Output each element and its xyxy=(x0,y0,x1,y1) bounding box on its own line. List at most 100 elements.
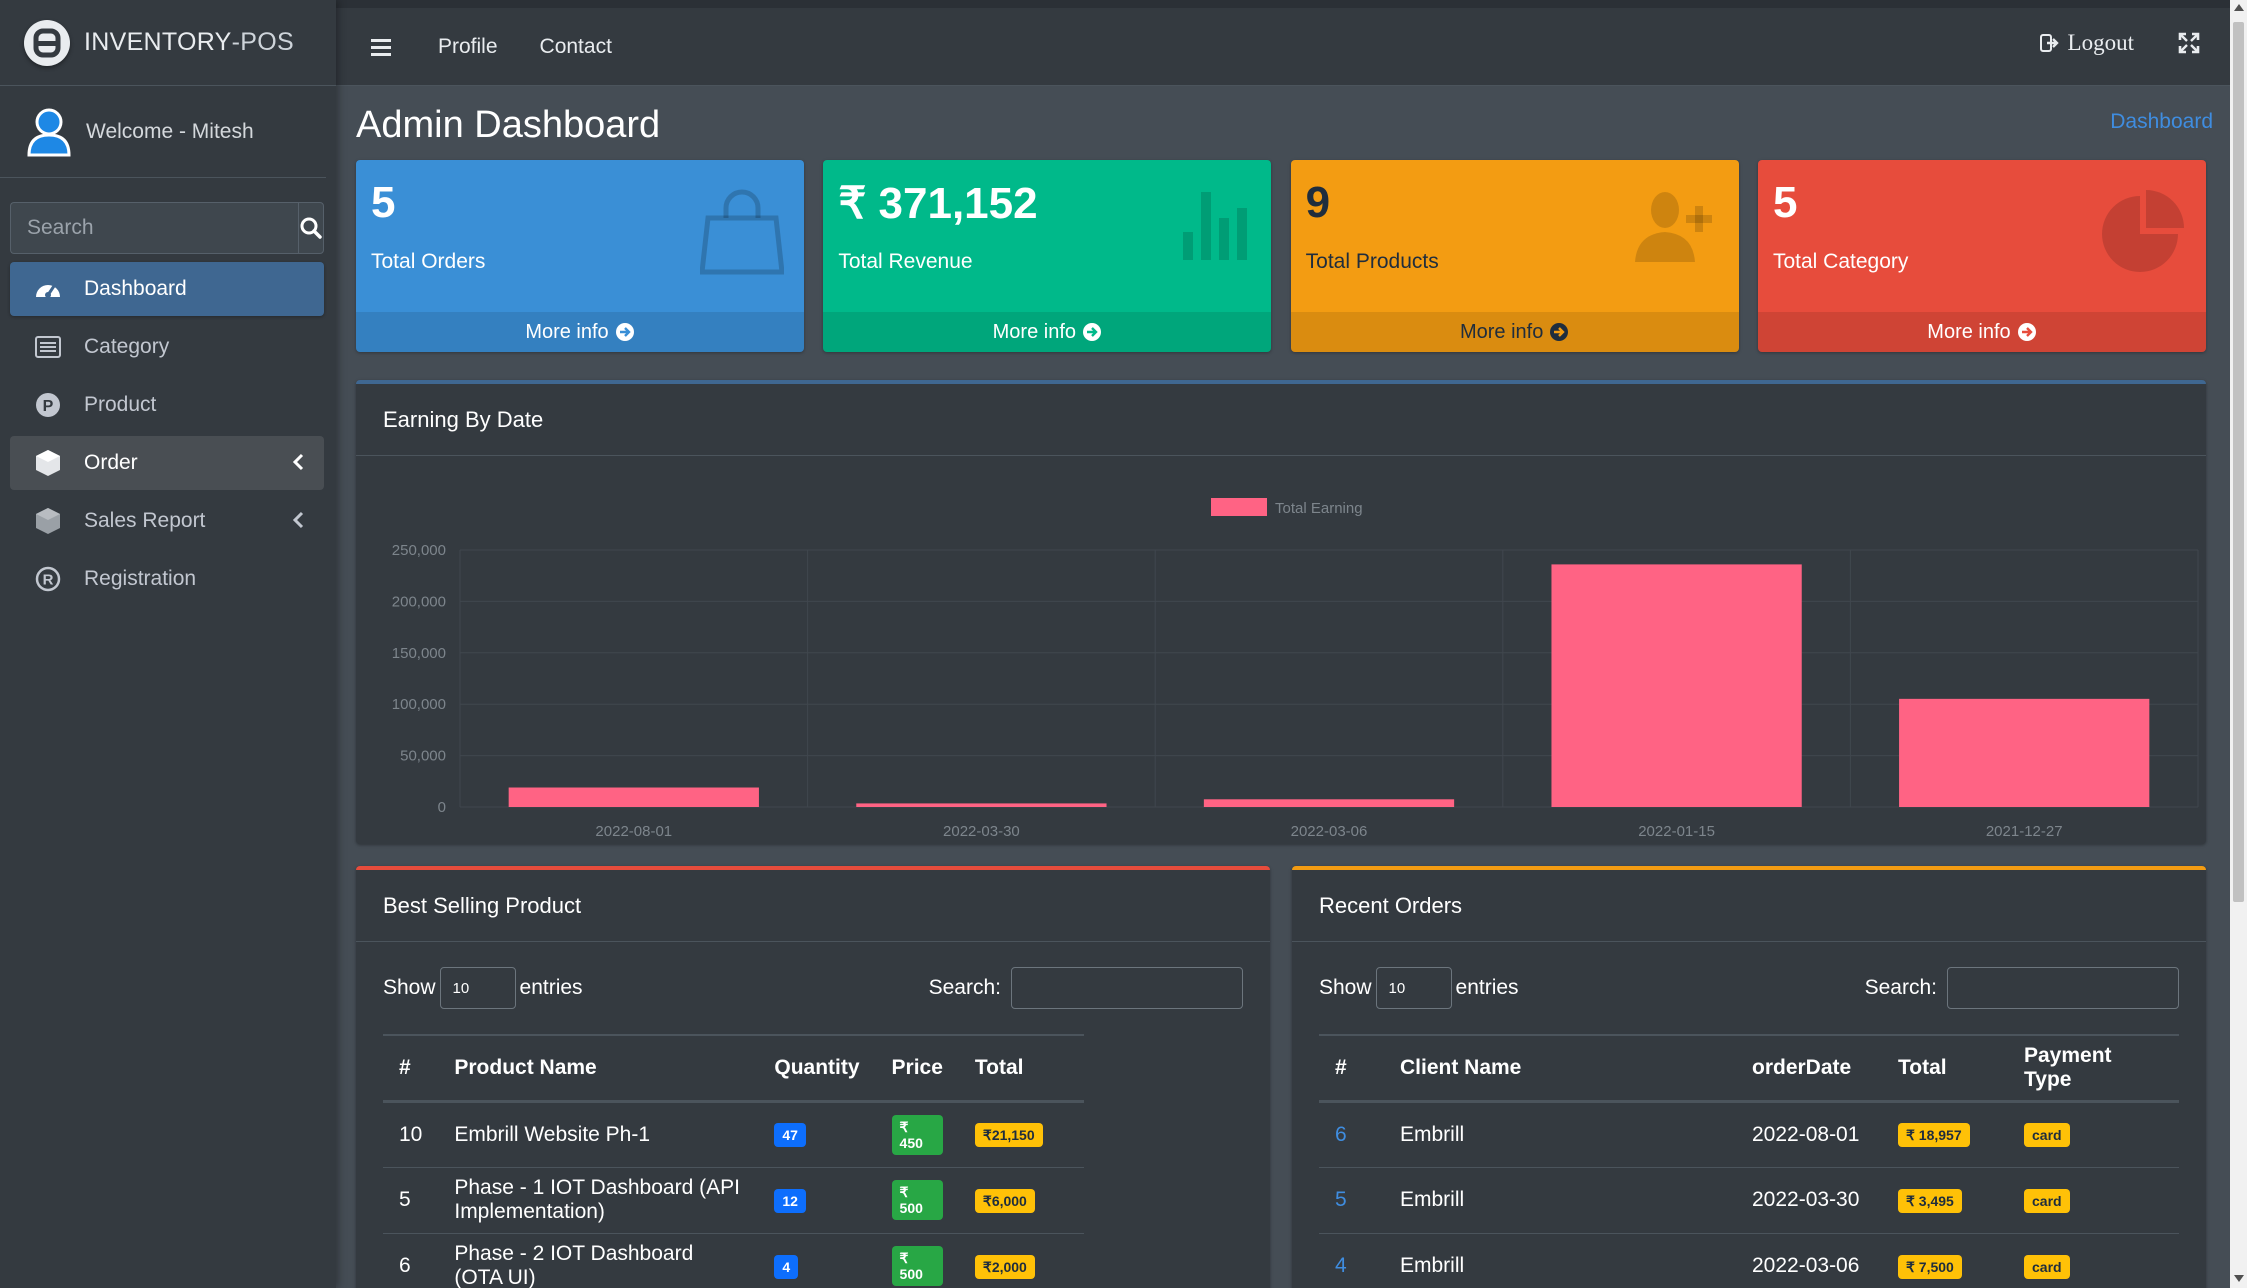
cell-order-date: 2022-08-01 xyxy=(1736,1101,1882,1168)
cell-payment-type: card xyxy=(2008,1167,2179,1234)
column-header[interactable]: Quantity xyxy=(758,1034,876,1103)
scroll-down-arrow-icon[interactable] xyxy=(2234,1275,2244,1282)
small-box-total-products: 9 Total Products More info xyxy=(1290,160,1739,352)
entries-select[interactable]: 10 xyxy=(439,967,516,1009)
table-row: 6 Embrill 2022-08-01 ₹ 18,957 card xyxy=(1319,1101,2179,1168)
cell-total: ₹ 3,495 xyxy=(1882,1167,2008,1234)
cell-total: ₹2,000 xyxy=(958,1233,1084,1288)
more-info-link[interactable]: More info xyxy=(1757,312,2206,352)
sidebar-nav: Dashboard Category P Product Order Sales… xyxy=(10,262,324,606)
more-info-link[interactable]: More info xyxy=(1290,312,1739,352)
column-header[interactable]: Client Name xyxy=(1384,1034,1736,1103)
sidebar-search-button[interactable] xyxy=(298,202,324,254)
stat-value: 5 xyxy=(1772,178,1798,227)
x-tick-label: 2022-03-06 xyxy=(1291,823,1368,840)
cell-price: ₹ 500 xyxy=(875,1233,959,1288)
payment-badge: card xyxy=(2024,1188,2070,1213)
svg-text:P: P xyxy=(43,398,54,415)
cell-price: ₹ 500 xyxy=(875,1167,959,1234)
sidebar-item-order[interactable]: Order xyxy=(10,436,324,490)
payment-badge: card xyxy=(2024,1123,2070,1147)
column-header[interactable]: Product Name xyxy=(438,1034,759,1103)
chevron-left-icon xyxy=(292,511,304,529)
tachometer-icon xyxy=(34,275,62,303)
stat-boxes: 5 Total Orders More info ₹ 371,152 Total… xyxy=(356,160,2206,352)
column-header[interactable]: Payment Type xyxy=(2008,1034,2179,1103)
column-header[interactable]: Total xyxy=(958,1034,1084,1103)
x-tick-label: 2021-12-27 xyxy=(1986,823,2063,840)
cell-id: 4 xyxy=(1319,1233,1384,1288)
bar-chart-icon xyxy=(1183,192,1248,260)
stat-label: Total Products xyxy=(1305,250,1439,273)
arrow-circle-right-icon xyxy=(2017,323,2036,341)
sign-out-icon xyxy=(2039,34,2059,52)
column-header[interactable]: # xyxy=(1319,1034,1384,1103)
legend-label: Total Earning xyxy=(1275,500,1363,517)
total-badge: ₹6,000 xyxy=(974,1188,1035,1213)
best-selling-table: # Product Name Quantity Price Total 10 E… xyxy=(383,1034,1084,1288)
column-header[interactable]: orderDate xyxy=(1736,1034,1882,1103)
order-id-link[interactable]: 6 xyxy=(1335,1123,1347,1146)
cell-order-date: 2022-03-06 xyxy=(1736,1233,1882,1288)
y-tick-label: 0 xyxy=(438,799,446,816)
total-badge: ₹ 18,957 xyxy=(1898,1123,1970,1147)
scroll-up-arrow-icon[interactable] xyxy=(2234,4,2244,11)
total-badge: ₹21,150 xyxy=(974,1123,1043,1147)
sidebar-search-input[interactable] xyxy=(10,202,298,254)
column-header[interactable]: # xyxy=(383,1034,439,1103)
sidebar-item-dashboard[interactable]: Dashboard xyxy=(10,262,324,316)
chevron-left-icon xyxy=(292,453,304,471)
stat-value: 5 xyxy=(371,178,396,227)
registered-icon: R xyxy=(34,565,62,593)
sidebar-item-product[interactable]: P Product xyxy=(10,378,324,432)
list-icon xyxy=(34,333,62,361)
more-info-link[interactable]: More info xyxy=(823,312,1272,352)
main-sidebar: INVENTORY-POS Welcome - Mitesh Dashboard… xyxy=(0,0,336,1288)
cell-total: ₹21,150 xyxy=(958,1101,1084,1168)
x-tick-label: 2022-03-30 xyxy=(943,823,1020,840)
page-scrollbar[interactable] xyxy=(2230,0,2247,1288)
column-header[interactable]: Price xyxy=(875,1034,959,1103)
chart-bar xyxy=(508,787,759,807)
more-info-link[interactable]: More info xyxy=(356,312,804,352)
x-tick-label: 2022-01-15 xyxy=(1638,823,1715,840)
sidebar-item-label: Sales Report xyxy=(84,509,206,532)
y-tick-label: 250,000 xyxy=(392,542,446,559)
logout-label: Logout xyxy=(2067,30,2134,55)
cell-id: 6 xyxy=(383,1233,439,1288)
sidebar-item-sales-report[interactable]: Sales Report xyxy=(10,494,324,548)
more-info-label: More info xyxy=(1927,320,2011,343)
small-box-total-category: 5 Total Category More info xyxy=(1757,160,2206,352)
stat-value: ₹ 371,152 xyxy=(838,179,1038,228)
order-id-link[interactable]: 5 xyxy=(1335,1188,1347,1211)
hamburger-menu-icon[interactable] xyxy=(366,37,396,57)
fullscreen-icon[interactable] xyxy=(2178,32,2200,54)
entries-select[interactable]: 10 xyxy=(1375,967,1452,1009)
user-panel[interactable]: Welcome - Mitesh xyxy=(0,86,326,178)
nav-link-contact[interactable]: Contact xyxy=(540,35,612,59)
search-label: Search: xyxy=(928,976,1001,999)
table-row: 5 Embrill 2022-03-30 ₹ 3,495 card xyxy=(1319,1167,2179,1234)
column-header[interactable]: Total xyxy=(1882,1034,2008,1103)
breadcrumb-dashboard[interactable]: Dashboard xyxy=(2110,110,2213,134)
sidebar-item-category[interactable]: Category xyxy=(10,320,324,374)
chart-bar xyxy=(1203,799,1455,807)
table-header-row: # Product Name Quantity Price Total xyxy=(383,1034,1084,1103)
stat-label: Total Category xyxy=(1772,250,1909,273)
arrow-circle-right-icon xyxy=(1550,323,1569,341)
table-search-input[interactable] xyxy=(1947,967,2179,1009)
brand-link[interactable]: INVENTORY-POS xyxy=(0,0,336,86)
sidebar-item-registration[interactable]: R Registration xyxy=(10,552,324,606)
cell-quantity: 47 xyxy=(758,1101,876,1168)
nav-link-profile[interactable]: Profile xyxy=(438,35,498,59)
table-search-input[interactable] xyxy=(1011,967,1243,1009)
y-tick-label: 100,000 xyxy=(392,696,446,713)
logout-button[interactable]: Logout xyxy=(2039,30,2134,56)
table-controls: Show 10 entries Search: xyxy=(383,966,1243,1010)
order-id-link[interactable]: 4 xyxy=(1335,1254,1347,1277)
table-header-row: # Client Name orderDate Total Payment Ty… xyxy=(1319,1034,2179,1103)
sidebar-item-label: Product xyxy=(84,393,157,416)
scrollbar-thumb[interactable] xyxy=(2233,22,2244,902)
table-controls: Show 10 entries Search: xyxy=(1319,966,2179,1010)
earning-bar-chart: 0 50,000 100,000 150,000 200,000 250,000 2022-… xyxy=(392,498,2199,840)
